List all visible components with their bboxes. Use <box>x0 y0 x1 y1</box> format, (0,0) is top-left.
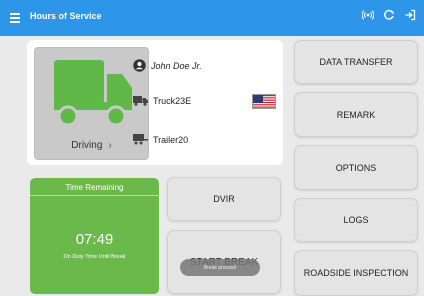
small-truck-icon <box>133 96 148 106</box>
time-remaining-title: Time Remaining <box>30 183 159 196</box>
options-button[interactable]: OPTIONS <box>294 145 418 190</box>
broadcast-icon[interactable] <box>362 9 374 21</box>
menu-icon[interactable] <box>10 13 20 23</box>
dvir-button[interactable]: DVIR <box>167 177 281 221</box>
app-title: Hours of Service <box>30 11 102 21</box>
user-icon <box>133 59 146 72</box>
time-remaining-card: Time Remaining 07:49 On Duty Time Until … <box>30 178 159 294</box>
data-transfer-button[interactable]: DATA TRANSFER <box>294 40 418 84</box>
time-remaining-value: 07:49 <box>75 231 114 248</box>
truck-icon <box>54 60 132 127</box>
remark-button[interactable]: REMARK <box>294 92 418 137</box>
truck-name: Truck23E <box>153 96 192 106</box>
refresh-icon[interactable] <box>383 9 395 21</box>
trailer-icon <box>133 134 148 145</box>
duty-status-text: Driving <box>71 140 103 151</box>
chevron-right-icon: › <box>108 140 112 151</box>
trailer-row[interactable]: Trailer20 <box>133 134 188 145</box>
duty-status-tile[interactable]: Driving › <box>34 47 149 160</box>
driver-row[interactable]: John Doe Jr. <box>133 59 202 72</box>
toast-message: Break pressed <box>180 259 260 276</box>
app-bar: Hours of Service <box>0 0 424 36</box>
roadside-inspection-button[interactable]: ROADSIDE INSPECTION <box>294 250 418 296</box>
us-flag-icon <box>252 94 276 109</box>
trailer-name: Trailer20 <box>153 134 189 145</box>
time-remaining-subtitle: On Duty Time Until Break <box>63 254 126 260</box>
truck-row[interactable]: Truck23E <box>133 96 191 106</box>
logout-icon[interactable] <box>404 9 416 21</box>
driver-name: John Doe Jr. <box>151 60 202 71</box>
logs-button[interactable]: LOGS <box>294 198 418 242</box>
duty-status-label: Driving › <box>35 140 148 151</box>
